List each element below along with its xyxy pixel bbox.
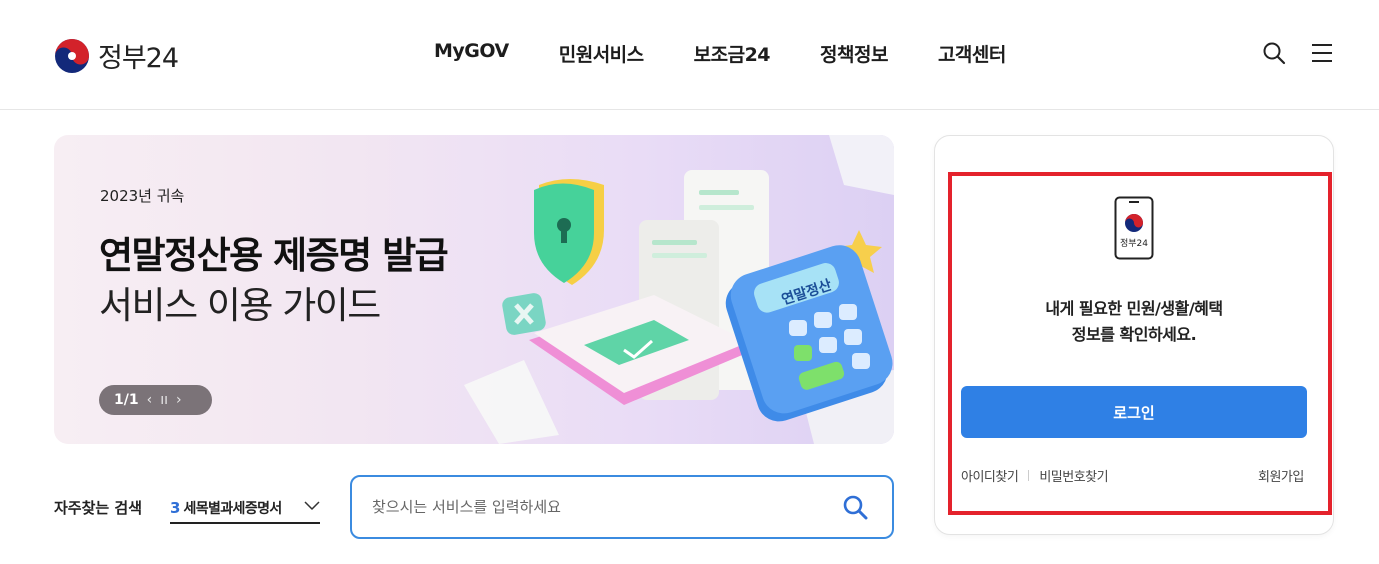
frequent-search-rank: 3	[170, 499, 181, 517]
banner-title-secondary: 서비스 이용 가이드	[99, 284, 381, 327]
frequent-search-label: 자주찾는 검색	[54, 499, 143, 517]
pause-icon[interactable]: ıı	[160, 392, 168, 408]
nav-policy-info[interactable]: 정책정보	[820, 40, 888, 67]
service-search-box	[350, 475, 894, 539]
search-icon[interactable]	[1262, 41, 1286, 65]
logo-text: 정부24	[98, 43, 179, 74]
site-header: 정부24 MyGOV 민원서비스 보조금24 정책정보 고객센터	[0, 0, 1379, 110]
chevron-left-icon[interactable]: ‹	[147, 392, 153, 408]
link-divider	[1028, 470, 1030, 481]
frequent-search-selected: 세목별과세증명서	[183, 501, 282, 517]
banner-pager: 1/1 ‹ ıı ›	[99, 385, 212, 415]
banner-title: 연말정산용 제증명 발급	[99, 234, 449, 277]
main-nav: MyGOV 민원서비스 보조금24 정책정보 고객센터	[434, 40, 1006, 67]
mobile-id-icon: 정부24	[1114, 196, 1154, 260]
search-icon[interactable]	[842, 494, 868, 520]
find-password-link[interactable]: 비밀번호찾기	[1039, 466, 1108, 485]
nav-customer-center[interactable]: 고객센터	[938, 40, 1006, 67]
nav-civil-service[interactable]: 민원서비스	[559, 40, 644, 67]
site-logo[interactable]: 정부24	[54, 36, 179, 75]
nav-subsidy24[interactable]: 보조금24	[694, 40, 771, 67]
find-id-link[interactable]: 아이디찾기	[961, 466, 1019, 485]
mobile-id-label: 정부24	[1120, 238, 1148, 249]
promo-banner[interactable]: 2023년 귀속 연말정산용 제증명 발급 서비스 이용 가이드 1/1 ‹ ı…	[54, 135, 894, 444]
login-button[interactable]: 로그인	[961, 386, 1307, 438]
frequent-search-dropdown[interactable]: 3 세목별과세증명서	[170, 494, 320, 524]
login-message-line1: 내게 필요한 민원/생활/혜택	[1045, 299, 1223, 318]
login-message-line2: 정보를 확인하세요.	[1071, 325, 1197, 344]
banner-subtitle: 2023년 귀속	[100, 187, 185, 205]
nav-mygov[interactable]: MyGOV	[434, 40, 509, 67]
chevron-right-icon[interactable]: ›	[176, 392, 182, 408]
hamburger-menu-icon[interactable]	[1310, 41, 1334, 65]
signup-link[interactable]: 회원가입	[1258, 466, 1304, 485]
chevron-down-icon	[304, 501, 320, 511]
account-links: 아이디찾기 비밀번호찾기	[961, 466, 1109, 485]
banner-page-indicator: 1/1	[114, 392, 139, 408]
banner-illustration: 연말정산	[464, 135, 894, 444]
service-search-input[interactable]	[372, 477, 832, 537]
taegeuk-logo-icon	[55, 38, 89, 73]
login-message: 내게 필요한 민원/생활/혜택 정보를 확인하세요.	[948, 296, 1320, 348]
